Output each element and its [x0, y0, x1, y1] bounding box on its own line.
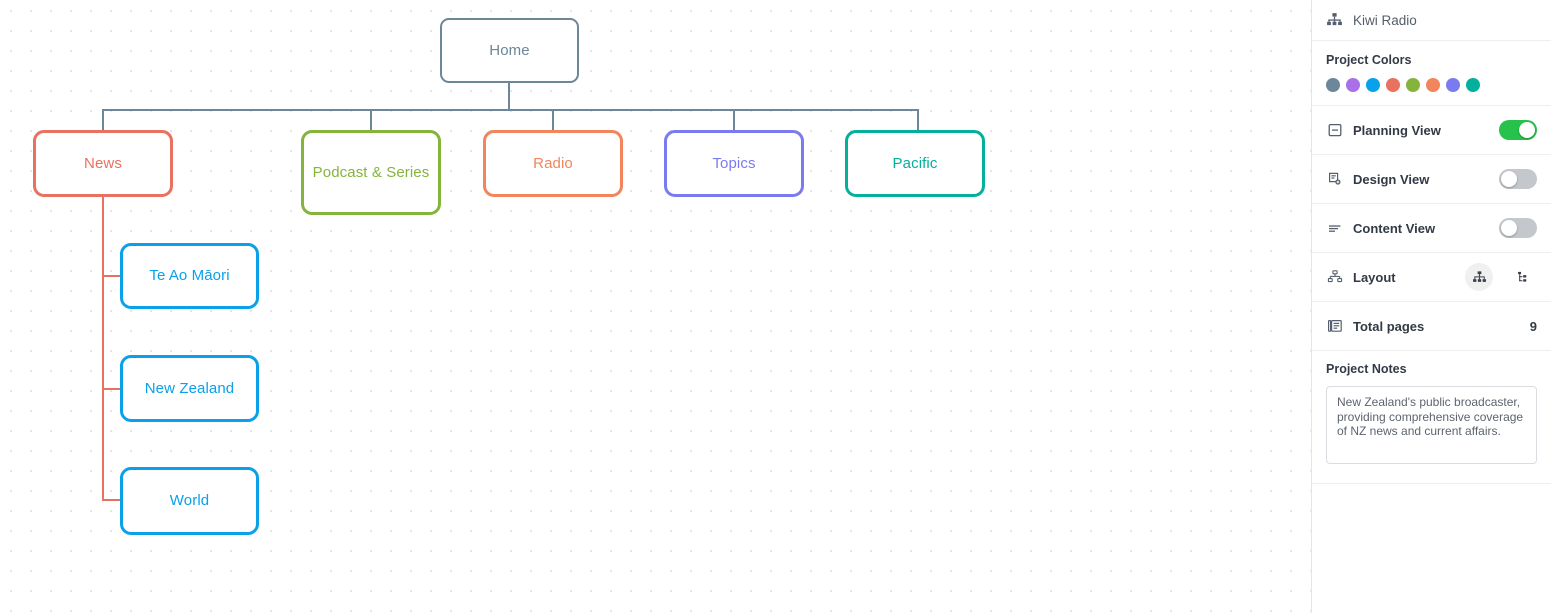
- total-pages-value: 9: [1529, 318, 1537, 334]
- node-label: Podcast & Series: [312, 163, 430, 181]
- total-pages-label: Total pages: [1353, 318, 1425, 334]
- node-label: New Zealand: [144, 379, 235, 397]
- project-colors-section: Project Colors: [1312, 41, 1551, 106]
- project-notes-textarea[interactable]: [1326, 386, 1537, 464]
- design-view-label: Design View: [1353, 171, 1430, 187]
- node-label: Home: [489, 41, 530, 59]
- color-swatch-7[interactable]: [1446, 78, 1460, 92]
- node-new-zealand[interactable]: New Zealand: [120, 355, 259, 422]
- layout-label: Layout: [1353, 269, 1396, 285]
- edge-drop-topics: [733, 109, 735, 131]
- design-view-toggle[interactable]: [1499, 169, 1537, 189]
- edge-news-to-teaomaori: [102, 275, 122, 277]
- toggle-knob: [1501, 220, 1517, 236]
- node-label: Topics: [712, 154, 756, 172]
- edge-news-spine: [102, 196, 104, 501]
- color-swatch-list: [1326, 78, 1537, 92]
- project-notes-title: Project Notes: [1326, 362, 1407, 376]
- project-title: Kiwi Radio: [1353, 12, 1417, 28]
- sidebar-item-planning-view[interactable]: Planning View: [1312, 106, 1551, 155]
- color-swatch-8[interactable]: [1466, 78, 1480, 92]
- project-notes-section: Project Notes: [1312, 351, 1551, 484]
- color-swatch-4[interactable]: [1386, 78, 1400, 92]
- sidebar-item-design-view[interactable]: Design View: [1312, 155, 1551, 204]
- vertical-tree-icon[interactable]: [1465, 263, 1493, 291]
- edge-news-to-newzealand: [102, 388, 122, 390]
- node-label: Te Ao Māori: [149, 267, 230, 285]
- node-news[interactable]: News: [33, 130, 173, 197]
- edge-home-trunk: [508, 83, 510, 111]
- color-swatch-3[interactable]: [1366, 78, 1380, 92]
- content-view-toggle[interactable]: [1499, 218, 1537, 238]
- toggle-knob: [1501, 171, 1517, 187]
- color-swatch-2[interactable]: [1346, 78, 1360, 92]
- edge-drop-pacific: [917, 109, 919, 131]
- node-home[interactable]: Home: [440, 18, 579, 83]
- sitemap-app: Home News Podcast & Series Radio Topics …: [0, 0, 1551, 613]
- layout-options: [1465, 263, 1537, 291]
- planning-view-label: Planning View: [1353, 122, 1441, 138]
- sidebar-header[interactable]: Kiwi Radio: [1312, 0, 1551, 41]
- planning-view-toggle[interactable]: [1499, 120, 1537, 140]
- node-label: News: [84, 154, 122, 172]
- edge-drop-radio: [552, 109, 554, 131]
- node-radio[interactable]: Radio: [483, 130, 623, 197]
- node-label: Radio: [533, 154, 573, 172]
- color-swatch-1[interactable]: [1326, 78, 1340, 92]
- edge-horizontal-bus: [102, 109, 919, 111]
- color-swatch-6[interactable]: [1426, 78, 1440, 92]
- content-lines-icon: [1326, 220, 1343, 237]
- content-view-label: Content View: [1353, 220, 1436, 236]
- node-world[interactable]: World: [120, 467, 259, 535]
- project-sidebar: Kiwi Radio Project Colors Planning View: [1311, 0, 1551, 613]
- pages-icon: [1326, 318, 1343, 335]
- diagram-canvas[interactable]: Home News Podcast & Series Radio Topics …: [0, 0, 1311, 613]
- horizontal-tree-icon[interactable]: [1509, 263, 1537, 291]
- node-label: Pacific: [892, 154, 938, 172]
- edge-news-to-world: [102, 499, 122, 501]
- sitemap-icon: [1326, 12, 1343, 29]
- layout-icon: [1326, 269, 1343, 286]
- project-colors-title: Project Colors: [1326, 53, 1412, 67]
- document-plus-icon: [1326, 171, 1343, 188]
- sidebar-item-content-view[interactable]: Content View: [1312, 204, 1551, 253]
- node-te-ao-maori[interactable]: Te Ao Māori: [120, 243, 259, 309]
- minus-square-icon: [1326, 122, 1343, 139]
- sidebar-item-layout: Layout: [1312, 253, 1551, 302]
- sidebar-item-total-pages: Total pages 9: [1312, 302, 1551, 351]
- edge-drop-podcast: [370, 109, 372, 131]
- toggle-knob: [1519, 122, 1535, 138]
- node-label: World: [169, 492, 210, 510]
- node-podcast-series[interactable]: Podcast & Series: [301, 130, 441, 215]
- color-swatch-5[interactable]: [1406, 78, 1420, 92]
- node-topics[interactable]: Topics: [664, 130, 804, 197]
- node-pacific[interactable]: Pacific: [845, 130, 985, 197]
- edge-drop-news: [102, 109, 104, 131]
